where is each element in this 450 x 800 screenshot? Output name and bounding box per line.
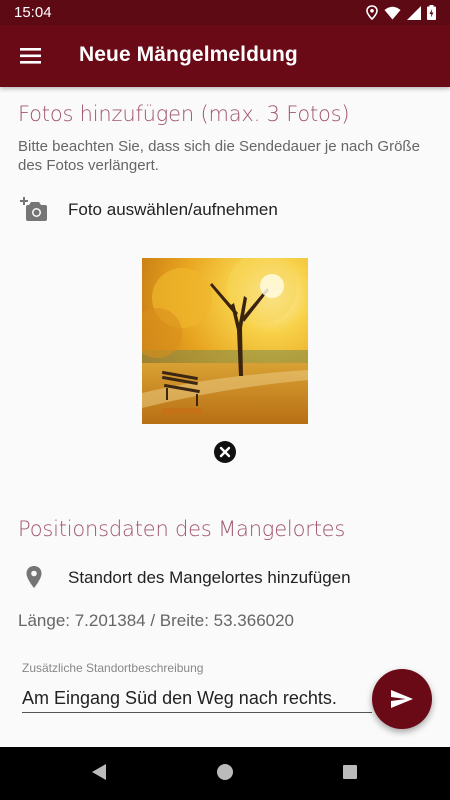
location-description-input[interactable] [22, 685, 372, 713]
add-photo-label: Foto auswählen/aufnehmen [68, 200, 278, 219]
signal-icon [407, 5, 421, 20]
page-title: Neue Mängelmeldung [79, 43, 298, 66]
add-location-label: Standort des Mangelortes hinzufügen [68, 568, 351, 587]
add-photo-button[interactable]: Foto auswählen/aufnehmen [20, 197, 278, 223]
location-description-label: Zusätzliche Standortbeschreibung [22, 661, 204, 675]
status-time: 15:04 [14, 4, 52, 21]
status-icons [366, 5, 436, 20]
send-icon [391, 690, 413, 708]
photos-hint: Bitte beachten Sie, dass sich die Sended… [18, 138, 420, 174]
app-bar: Neue Mängelmeldung [0, 25, 450, 87]
battery-charging-icon [427, 5, 436, 20]
add-location-button[interactable]: Standort des Mangelortes hinzufügen [20, 565, 351, 591]
position-section-title: Positionsdaten des Mangelortes [18, 517, 346, 541]
main-content: Fotos hinzufügen (max. 3 Fotos) Bitte be… [0, 87, 450, 747]
recents-icon[interactable] [341, 763, 359, 781]
close-circle-icon [219, 446, 231, 458]
status-bar: 15:04 [0, 0, 450, 25]
coordinates-text: Länge: 7.201384 / Breite: 53.366020 [18, 611, 295, 630]
back-icon[interactable] [90, 763, 108, 781]
home-icon[interactable] [216, 763, 234, 781]
photo-thumbnail[interactable] [142, 258, 308, 424]
hamburger-menu-icon[interactable] [18, 43, 44, 69]
photos-section-title: Fotos hinzufügen (max. 3 Fotos) [18, 102, 350, 126]
location-pin-icon [26, 566, 42, 588]
wifi-icon [384, 6, 401, 19]
send-button[interactable] [372, 669, 432, 729]
remove-photo-button[interactable] [214, 441, 236, 463]
location-status-icon [366, 5, 378, 20]
navigation-bar [0, 747, 450, 800]
add-photo-camera-icon [20, 197, 47, 221]
